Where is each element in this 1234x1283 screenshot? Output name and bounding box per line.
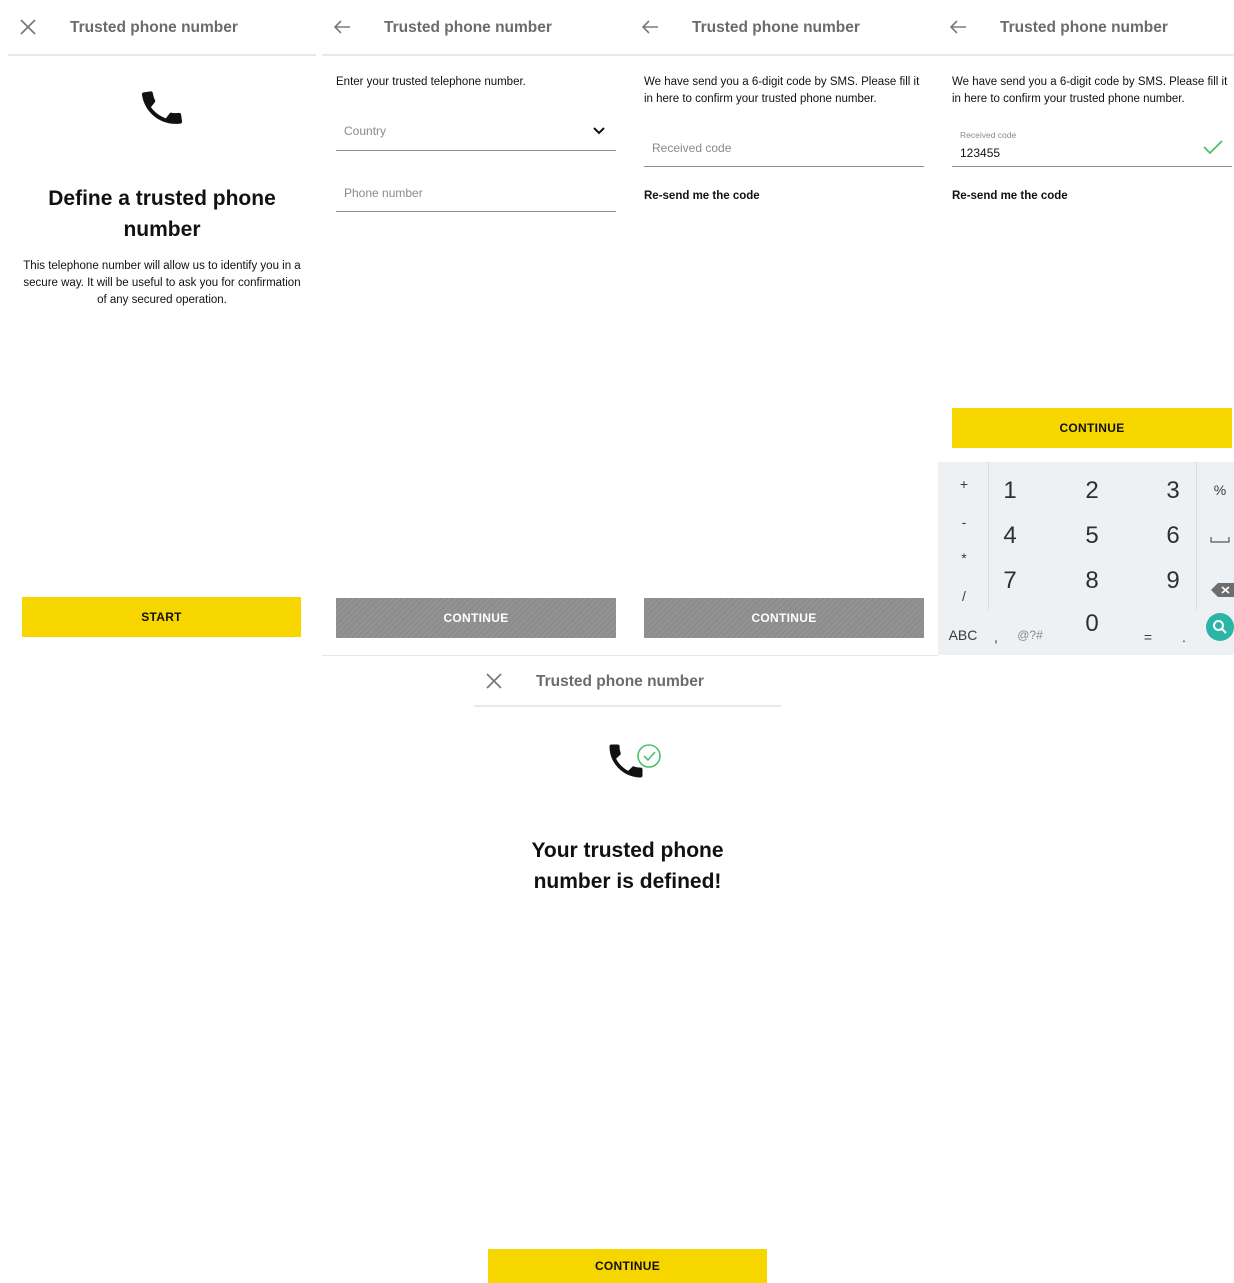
phone-number-placeholder: Phone number bbox=[344, 186, 423, 200]
key-equals[interactable]: = bbox=[1138, 626, 1158, 648]
page-title: Trusted phone number bbox=[692, 19, 860, 36]
description-text: This telephone number will allow us to i… bbox=[23, 260, 301, 306]
key-6[interactable]: 6 bbox=[1153, 521, 1193, 551]
country-select[interactable]: Country bbox=[336, 112, 616, 151]
key-3[interactable]: 3 bbox=[1153, 476, 1193, 506]
key-0[interactable]: 0 bbox=[1072, 609, 1112, 639]
key-comma[interactable]: , bbox=[986, 626, 1006, 648]
search-icon bbox=[1213, 620, 1227, 634]
checkmark-icon bbox=[1203, 140, 1223, 155]
key-dot[interactable]: . bbox=[1174, 626, 1194, 648]
screen-code-filled: Trusted phone number We have send you a … bbox=[938, 0, 1234, 655]
back-arrow-icon[interactable] bbox=[330, 15, 354, 39]
country-placeholder: Country bbox=[344, 124, 387, 138]
keypad-divider bbox=[1196, 462, 1197, 610]
intro-text: We have send you a 6-digit code by SMS. … bbox=[644, 76, 920, 105]
received-code-input[interactable]: Received code bbox=[644, 128, 924, 167]
screen-heading: Define a trusted phone number bbox=[48, 187, 276, 241]
backspace-icon[interactable] bbox=[1210, 582, 1234, 598]
screen-divider bbox=[322, 655, 938, 656]
start-button[interactable]: START bbox=[22, 597, 301, 637]
screen-enter-number: Trusted phone number Enter your trusted … bbox=[322, 0, 630, 655]
resend-code-link[interactable]: Re-send me the code bbox=[952, 190, 1068, 202]
screen-heading: Your trusted phone number is defined! bbox=[531, 839, 724, 893]
key-4[interactable]: 4 bbox=[990, 521, 1030, 551]
received-code-placeholder: Received code bbox=[652, 141, 732, 155]
app-bar: Trusted phone number bbox=[474, 659, 781, 707]
app-bar: Trusted phone number bbox=[938, 0, 1234, 56]
key-plus[interactable]: + bbox=[952, 474, 976, 494]
phone-check-icon bbox=[604, 737, 668, 785]
resend-code-link[interactable]: Re-send me the code bbox=[644, 190, 760, 202]
intro-text: We have send you a 6-digit code by SMS. … bbox=[952, 76, 1228, 105]
screen-number-defined: Trusted phone number Your trusted phone … bbox=[474, 659, 781, 1283]
key-9[interactable]: 9 bbox=[1153, 566, 1193, 596]
received-code-value: 123455 bbox=[960, 146, 1001, 160]
numeric-keyboard: + - * / 1 2 3 4 5 6 7 8 9 0 % ABC , @?# … bbox=[938, 462, 1234, 655]
key-1[interactable]: 1 bbox=[990, 476, 1030, 506]
page-title: Trusted phone number bbox=[384, 19, 552, 36]
keypad-divider bbox=[988, 462, 989, 610]
continue-button[interactable]: CONTINUE bbox=[952, 408, 1232, 448]
close-icon[interactable] bbox=[482, 669, 506, 693]
app-bar: Trusted phone number bbox=[630, 0, 938, 56]
space-key-icon[interactable] bbox=[1210, 534, 1230, 544]
phone-number-input[interactable]: Phone number bbox=[336, 174, 616, 212]
received-code-input[interactable]: Received code 123455 bbox=[952, 130, 1232, 167]
key-5[interactable]: 5 bbox=[1072, 521, 1112, 551]
key-2[interactable]: 2 bbox=[1072, 476, 1112, 506]
app-bar: Trusted phone number bbox=[322, 0, 630, 56]
screen-define-number: Trusted phone number Define a trusted ph… bbox=[8, 0, 316, 655]
key-7[interactable]: 7 bbox=[990, 566, 1030, 596]
page-title: Trusted phone number bbox=[70, 19, 238, 36]
key-8[interactable]: 8 bbox=[1072, 566, 1112, 596]
back-arrow-icon[interactable] bbox=[946, 15, 970, 39]
search-key[interactable] bbox=[1206, 613, 1234, 641]
close-icon[interactable] bbox=[16, 15, 40, 39]
screen-enter-code: Trusted phone number We have send you a … bbox=[630, 0, 938, 655]
continue-button[interactable]: CONTINUE bbox=[336, 598, 616, 638]
key-minus[interactable]: - bbox=[952, 512, 976, 532]
key-percent[interactable]: % bbox=[1208, 480, 1232, 500]
received-code-label: Received code bbox=[960, 130, 1017, 140]
page-title: Trusted phone number bbox=[536, 673, 704, 690]
back-arrow-icon[interactable] bbox=[638, 15, 662, 39]
continue-button[interactable]: CONTINUE bbox=[488, 1249, 767, 1283]
key-abc[interactable]: ABC bbox=[944, 624, 982, 646]
continue-button[interactable]: CONTINUE bbox=[644, 598, 924, 638]
chevron-down-icon bbox=[593, 127, 605, 135]
key-star[interactable]: * bbox=[952, 548, 976, 568]
page-title: Trusted phone number bbox=[1000, 19, 1168, 36]
check-circle-icon bbox=[637, 744, 661, 768]
key-special[interactable]: @?# bbox=[1012, 624, 1048, 646]
app-bar: Trusted phone number bbox=[8, 0, 316, 56]
phone-icon bbox=[141, 91, 183, 124]
intro-text: Enter your trusted telephone number. bbox=[336, 76, 526, 88]
key-slash[interactable]: / bbox=[952, 586, 976, 606]
